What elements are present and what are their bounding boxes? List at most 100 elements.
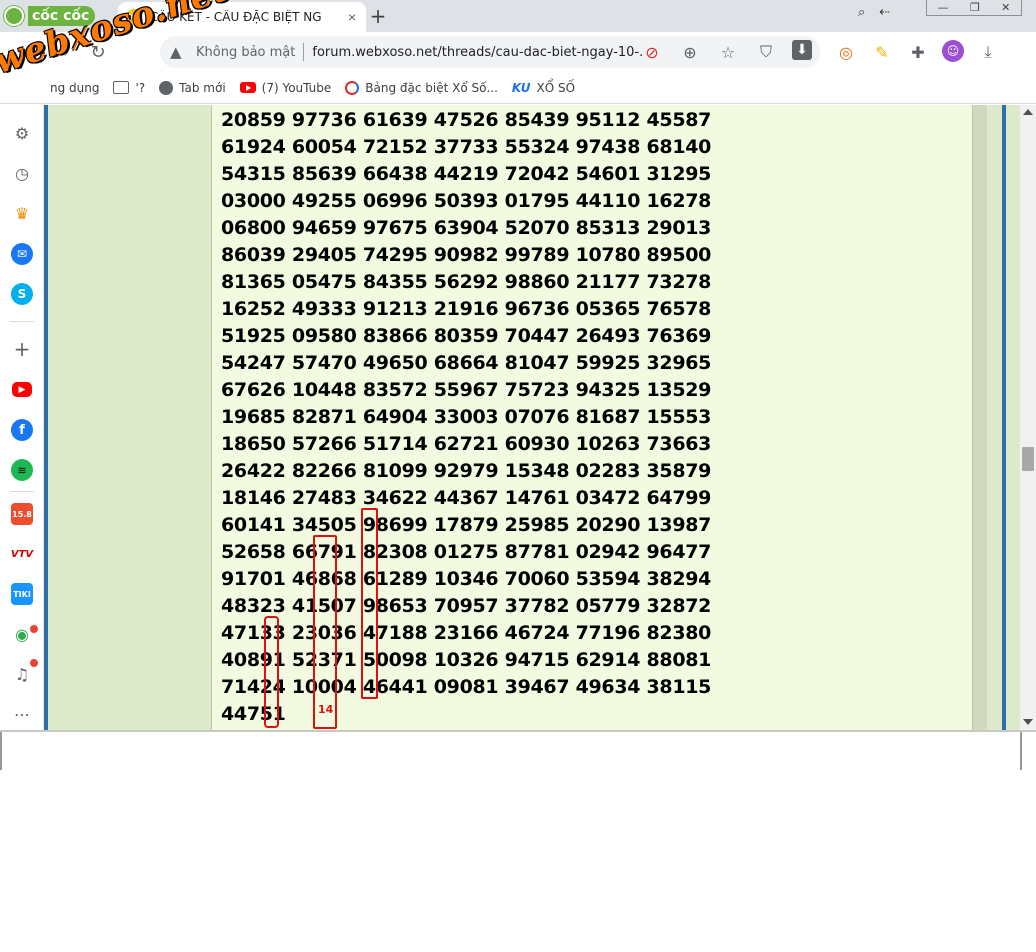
facebook-icon[interactable]: f xyxy=(11,419,33,441)
pen-extension-icon[interactable]: ✎ xyxy=(870,40,894,64)
notification-badge xyxy=(30,659,38,667)
url-text[interactable]: forum.webxoso.net/threads/cau-dac-biet-n… xyxy=(312,45,642,60)
game-badge xyxy=(30,625,38,633)
bookmark-label: '? xyxy=(135,80,146,95)
extensions-puzzle-icon[interactable]: ✚ xyxy=(906,40,930,64)
bookmark-folder[interactable]: '? xyxy=(113,81,145,95)
youtube-icon xyxy=(239,82,256,93)
window-controls: — ❐ ✕ xyxy=(926,0,1022,16)
globe-icon xyxy=(159,80,174,95)
popup-blocked-icon[interactable]: ⊘ xyxy=(640,40,664,64)
window-back-icon[interactable]: ⇠ xyxy=(879,5,890,20)
lottery-row: 16252 49333 91213 21916 96736 05365 7657… xyxy=(221,298,712,320)
window-extra-controls: ⌕ ⇠ xyxy=(858,2,890,22)
bookmark-label: Bảng đặc biệt Xổ Số... xyxy=(365,80,498,95)
lottery-row: 48323 41507 98653 70957 37782 05779 3287… xyxy=(221,595,712,617)
more-icon[interactable]: ⋯ xyxy=(11,703,33,725)
omnibox-actions: ⊘ ⊕ ☆ ⛉ ⬇ xyxy=(640,40,812,64)
add-sidebar-icon[interactable]: + xyxy=(11,337,33,361)
page-download-icon[interactable]: ⬇ xyxy=(792,40,812,60)
bookmarks-bar: ng dụng '? Tab mới (7) YouTube Bảng đặc … xyxy=(0,72,1036,104)
scroll-thumb[interactable] xyxy=(1022,447,1034,471)
spin-icon xyxy=(345,80,360,95)
sidebar-youtube-icon[interactable]: ▶ xyxy=(12,382,32,397)
lottery-row: 40891 52371 50098 10326 94715 62914 8808… xyxy=(221,649,712,671)
post-right-column xyxy=(973,105,987,730)
scroll-down-icon[interactable] xyxy=(1023,719,1033,725)
crown-icon[interactable]: ♛ xyxy=(11,202,33,224)
lottery-row: 03000 49255 06996 50393 01795 44110 1627… xyxy=(221,190,712,212)
lottery-row: 51925 09580 83866 80359 70447 26493 7636… xyxy=(221,325,712,347)
highlight-column-1 xyxy=(264,616,279,728)
lottery-row: 52658 66791 82308 01275 87781 02942 9647… xyxy=(221,541,712,563)
address-bar[interactable]: ▲ Không bảo mật forum.webxoso.net/thread… xyxy=(160,36,820,68)
highlight-column-3 xyxy=(361,508,378,699)
lottery-row: 18650 57266 51714 62721 60930 10263 7366… xyxy=(221,433,712,455)
scroll-up-icon[interactable] xyxy=(1023,109,1033,115)
extensions-area: ◎ ✎ ✚ ☺ ⤓ xyxy=(834,40,1000,64)
forum-page: 20859 97736 61639 47526 85439 95112 4558… xyxy=(44,105,1020,730)
warning-icon[interactable]: ▲ xyxy=(170,43,192,61)
restore-icon[interactable]: ❐ xyxy=(970,1,980,14)
tab-close-icon[interactable]: × xyxy=(348,9,356,25)
browser-window: cốc cốc XS CẦU KẾT - CẦU ĐẶC BIỆT NG × +… xyxy=(0,0,1036,952)
lottery-row: 67626 10448 83572 55967 75723 94325 1352… xyxy=(221,379,712,401)
shield-icon[interactable]: ⛉ xyxy=(754,40,778,64)
highlight-column-2 xyxy=(313,535,337,729)
coccoc-extension-icon[interactable]: ◎ xyxy=(834,40,858,64)
lottery-row: 86039 29405 74295 90982 99789 10780 8950… xyxy=(221,244,712,266)
zoom-icon[interactable]: ⊕ xyxy=(678,40,702,64)
close-window-icon[interactable]: ✕ xyxy=(1001,1,1010,14)
new-tab-button[interactable]: + xyxy=(366,4,390,28)
spotify-icon[interactable]: ≋ xyxy=(11,459,33,481)
ku-icon: KU xyxy=(511,80,531,95)
page-right-border xyxy=(1002,105,1006,730)
lottery-number-table: 20859 97736 61639 47526 85439 95112 4558… xyxy=(221,107,711,728)
sidebar-divider xyxy=(10,321,34,322)
bookmark-xo-so[interactable]: KU XỔ SỐ xyxy=(512,81,575,95)
profile-avatar-icon[interactable]: ☺ xyxy=(942,40,964,62)
messenger-icon[interactable]: ✉ xyxy=(11,243,33,265)
lottery-row: 71424 10004 46441 09081 39467 49634 3811… xyxy=(221,676,712,698)
settings-icon[interactable]: ⚙ xyxy=(11,122,33,144)
lottery-row: 60141 34505 98699 17879 25985 20290 1398… xyxy=(221,514,712,536)
lottery-row: 18146 27483 34622 44367 14761 03472 6479… xyxy=(221,487,712,509)
lottery-row: 54247 57470 49650 68664 81047 59925 3296… xyxy=(221,352,712,374)
folder-icon xyxy=(113,81,130,94)
window-search-icon[interactable]: ⌕ xyxy=(858,5,865,20)
lottery-row: 20859 97736 61639 47526 85439 95112 4558… xyxy=(221,109,712,131)
page-scrollbar[interactable] xyxy=(1020,105,1036,730)
lottery-row: 61924 60054 72152 37733 55324 97438 6814… xyxy=(221,136,712,158)
page-left-border xyxy=(44,105,48,730)
tiki-icon[interactable]: TIKI xyxy=(11,583,33,605)
bookmark-label: ng dụng xyxy=(50,80,100,95)
lottery-row: 06800 94659 97675 63904 52070 85313 2901… xyxy=(221,217,712,239)
bottom-frame-right xyxy=(1020,732,1022,770)
lottery-row: 26422 82266 81099 92979 15348 02283 3587… xyxy=(221,460,712,482)
minimize-icon[interactable]: — xyxy=(938,1,949,14)
lottery-row: 54315 85639 66438 44219 72042 54601 3129… xyxy=(221,163,712,185)
skype-icon[interactable]: S xyxy=(11,283,33,305)
security-status[interactable]: Không bảo mật xyxy=(196,45,295,60)
downloads-icon[interactable]: ⤓ xyxy=(976,40,1000,64)
lottery-row: 81365 05475 84355 56292 98860 21177 7327… xyxy=(221,271,712,293)
notification-bell-icon[interactable]: ♫ xyxy=(11,663,33,685)
bookmark-label: (7) YouTube xyxy=(261,80,332,95)
lottery-row: 44751 xyxy=(221,703,286,725)
bookmark-star-icon[interactable]: ☆ xyxy=(716,40,740,64)
coccoc-sidebar: ⚙ ◷ ♛ ✉ S + ▶ f ≋ 15.8 VTV TIKI ◉ ♫ ⋯ xyxy=(0,105,44,730)
bookmark-apps[interactable]: ng dụng xyxy=(50,81,99,95)
omnibox-divider xyxy=(303,43,305,61)
bookmark-youtube[interactable]: (7) YouTube xyxy=(239,80,332,95)
bookmark-new-tab[interactable]: Tab mới xyxy=(159,80,226,95)
bottom-frame-left xyxy=(0,732,2,770)
toolbar: ← → ↻ ▲ Không bảo mật forum.webxoso.net/… xyxy=(0,32,1036,72)
bookmark-bang-dac-biet[interactable]: Bảng đặc biệt Xổ Số... xyxy=(345,80,498,95)
shopee-icon[interactable]: 15.8 xyxy=(11,503,33,525)
lottery-row: 47133 23036 47188 23166 46724 77196 8238… xyxy=(221,622,712,644)
bookmark-label: Tab mới xyxy=(179,80,226,95)
coccoc-logo-icon xyxy=(4,6,24,26)
highlight-count-label: 14 xyxy=(318,703,334,716)
history-icon[interactable]: ◷ xyxy=(11,162,33,184)
vtv-go-icon[interactable]: VTV xyxy=(11,543,33,565)
